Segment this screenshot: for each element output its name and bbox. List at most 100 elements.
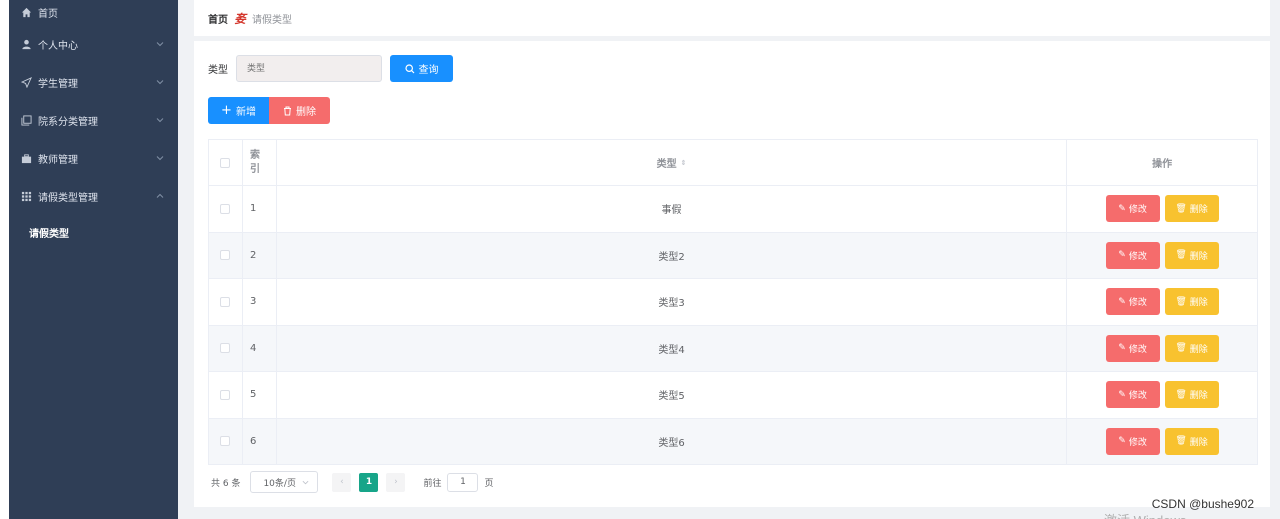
delete-label: 删除: [1189, 298, 1208, 309]
delete-button[interactable]: 🗑 删除: [1164, 427, 1219, 455]
action-bar: + 新增 删除: [208, 97, 330, 124]
add-button[interactable]: + 新增: [208, 97, 269, 124]
add-button-label: 新增: [235, 107, 256, 118]
sidebar-item-label: 学生管理: [38, 78, 78, 90]
goto-suffix: 页: [484, 478, 494, 489]
goto-page-input[interactable]: [447, 472, 479, 492]
delete-label: 删除: [1189, 251, 1208, 262]
sidebar-item-teachers[interactable]: 教师管理: [9, 139, 178, 177]
row-checkbox[interactable]: [220, 296, 231, 307]
sidebar-item-profile[interactable]: 个人中心: [9, 25, 178, 63]
leave-type-table: 索 引 类型 ⇕ 操作 1 事假 ✎ 修改 🗑 删除 2 类型2 ✎ 修改 🗑 …: [208, 139, 1258, 465]
trash-icon: 🗑: [1175, 296, 1187, 307]
chevron-down-icon: [302, 479, 309, 486]
chevron-down-icon: [156, 78, 164, 86]
header-index-label: 索 引: [249, 149, 260, 175]
edit-button[interactable]: ✎ 修改: [1105, 195, 1160, 223]
breadcrumb: 首页 㚣 请假类型: [194, 0, 1270, 36]
search-label: 类型: [208, 65, 228, 76]
trash-icon: 🗑: [1175, 389, 1187, 400]
sidebar-item-label: 院系分类管理: [38, 116, 98, 128]
edit-icon: ✎: [1118, 296, 1126, 307]
row-checkbox[interactable]: [220, 436, 231, 447]
edit-button[interactable]: ✎ 修改: [1105, 334, 1160, 362]
row-checkbox[interactable]: [220, 203, 231, 214]
user-icon: [20, 38, 32, 50]
briefcase-icon: [20, 152, 32, 164]
windows-activation-text: 激活 Windows: [1104, 510, 1186, 519]
edit-button[interactable]: ✎ 修改: [1105, 288, 1160, 316]
breadcrumb-home[interactable]: 首页: [208, 11, 228, 26]
row-index: 2: [243, 232, 277, 278]
plus-icon: +: [221, 103, 232, 118]
pagination-total: 共 6 条: [211, 478, 241, 489]
edit-icon: ✎: [1118, 343, 1126, 354]
delete-button[interactable]: 🗑 删除: [1164, 381, 1219, 409]
batch-delete-button[interactable]: 删除: [269, 97, 330, 124]
row-index: 6: [243, 418, 277, 464]
row-index: 5: [243, 372, 277, 418]
edit-label: 修改: [1128, 298, 1147, 309]
trash-icon: 🗑: [1175, 343, 1187, 354]
copy-icon: [20, 114, 32, 126]
next-page-button[interactable]: ›: [386, 472, 406, 492]
page-size-value: 10条/页: [263, 478, 296, 489]
chevron-right-icon: ›: [394, 477, 398, 487]
select-all-checkbox[interactable]: [220, 157, 231, 168]
edit-label: 修改: [1128, 205, 1147, 216]
sort-icon[interactable]: ⇕: [681, 159, 687, 167]
sidebar-item-students[interactable]: 学生管理: [9, 63, 178, 101]
chevron-up-icon: [156, 192, 164, 200]
row-actions: ✎ 修改 🗑 删除: [1067, 325, 1258, 371]
edit-icon: ✎: [1118, 436, 1126, 447]
header-operation-label: 操作: [1152, 159, 1173, 170]
pagination: 共 6 条 10条/页 ‹ 1 › 前往 页: [211, 471, 493, 493]
trash-icon: 🗑: [1175, 203, 1187, 214]
row-type: 类型2: [277, 232, 1068, 278]
sidebar-item-label: 教师管理: [38, 154, 78, 166]
edit-label: 修改: [1128, 437, 1147, 448]
table-row: 3 类型3 ✎ 修改 🗑 删除: [209, 279, 1258, 326]
sidebar-item-label: 请假类型管理: [38, 192, 98, 204]
row-checkbox-cell: [209, 372, 243, 418]
row-checkbox[interactable]: [220, 389, 231, 400]
search-input[interactable]: [236, 55, 382, 82]
search-icon: [404, 63, 415, 74]
sidebar-item-home[interactable]: 首页: [9, 0, 178, 25]
row-checkbox-cell: [209, 418, 243, 464]
content-panel: 类型 查询 + 新增 删除: [194, 41, 1270, 507]
row-actions: ✎ 修改 🗑 删除: [1067, 186, 1258, 232]
search-form: 类型 查询: [208, 55, 453, 82]
edit-button[interactable]: ✎ 修改: [1105, 427, 1160, 455]
edit-icon: ✎: [1118, 203, 1126, 214]
main-area: 首页 㚣 请假类型 类型 查询 + 新增 删除: [178, 0, 1280, 519]
delete-button[interactable]: 🗑 删除: [1164, 334, 1219, 362]
edit-label: 修改: [1128, 391, 1147, 402]
sidebar-subitem-leave-type[interactable]: 请假类型: [9, 215, 178, 249]
sidebar: 首页 个人中心 学生管理 院系分类管理 教师管理 请假类型管理 请假类型: [9, 0, 178, 519]
delete-button[interactable]: 🗑 删除: [1164, 195, 1219, 223]
trash-icon: [283, 106, 292, 116]
table-row: 1 事假 ✎ 修改 🗑 删除: [209, 186, 1258, 233]
table-row: 4 类型4 ✎ 修改 🗑 删除: [209, 325, 1258, 372]
delete-label: 删除: [1189, 205, 1208, 216]
sidebar-item-leave-types[interactable]: 请假类型管理: [9, 177, 178, 215]
batch-delete-label: 删除: [296, 107, 316, 118]
header-type[interactable]: 类型 ⇕: [277, 140, 1068, 185]
search-button[interactable]: 查询: [390, 55, 453, 82]
delete-button[interactable]: 🗑 删除: [1164, 288, 1219, 316]
delete-button[interactable]: 🗑 删除: [1164, 241, 1219, 269]
row-index: 1: [243, 186, 277, 232]
edit-button[interactable]: ✎ 修改: [1105, 381, 1160, 409]
prev-page-button[interactable]: ‹: [332, 472, 352, 492]
row-actions: ✎ 修改 🗑 删除: [1067, 418, 1258, 464]
edit-button[interactable]: ✎ 修改: [1105, 241, 1160, 269]
header-checkbox-cell: [209, 140, 243, 185]
page-number-button[interactable]: 1: [359, 472, 379, 492]
row-checkbox[interactable]: [220, 343, 231, 354]
search-button-label: 查询: [418, 65, 439, 76]
page-size-select[interactable]: 10条/页: [250, 471, 319, 493]
chevron-down-icon: [156, 116, 164, 124]
sidebar-item-departments[interactable]: 院系分类管理: [9, 101, 178, 139]
row-checkbox[interactable]: [220, 250, 231, 261]
